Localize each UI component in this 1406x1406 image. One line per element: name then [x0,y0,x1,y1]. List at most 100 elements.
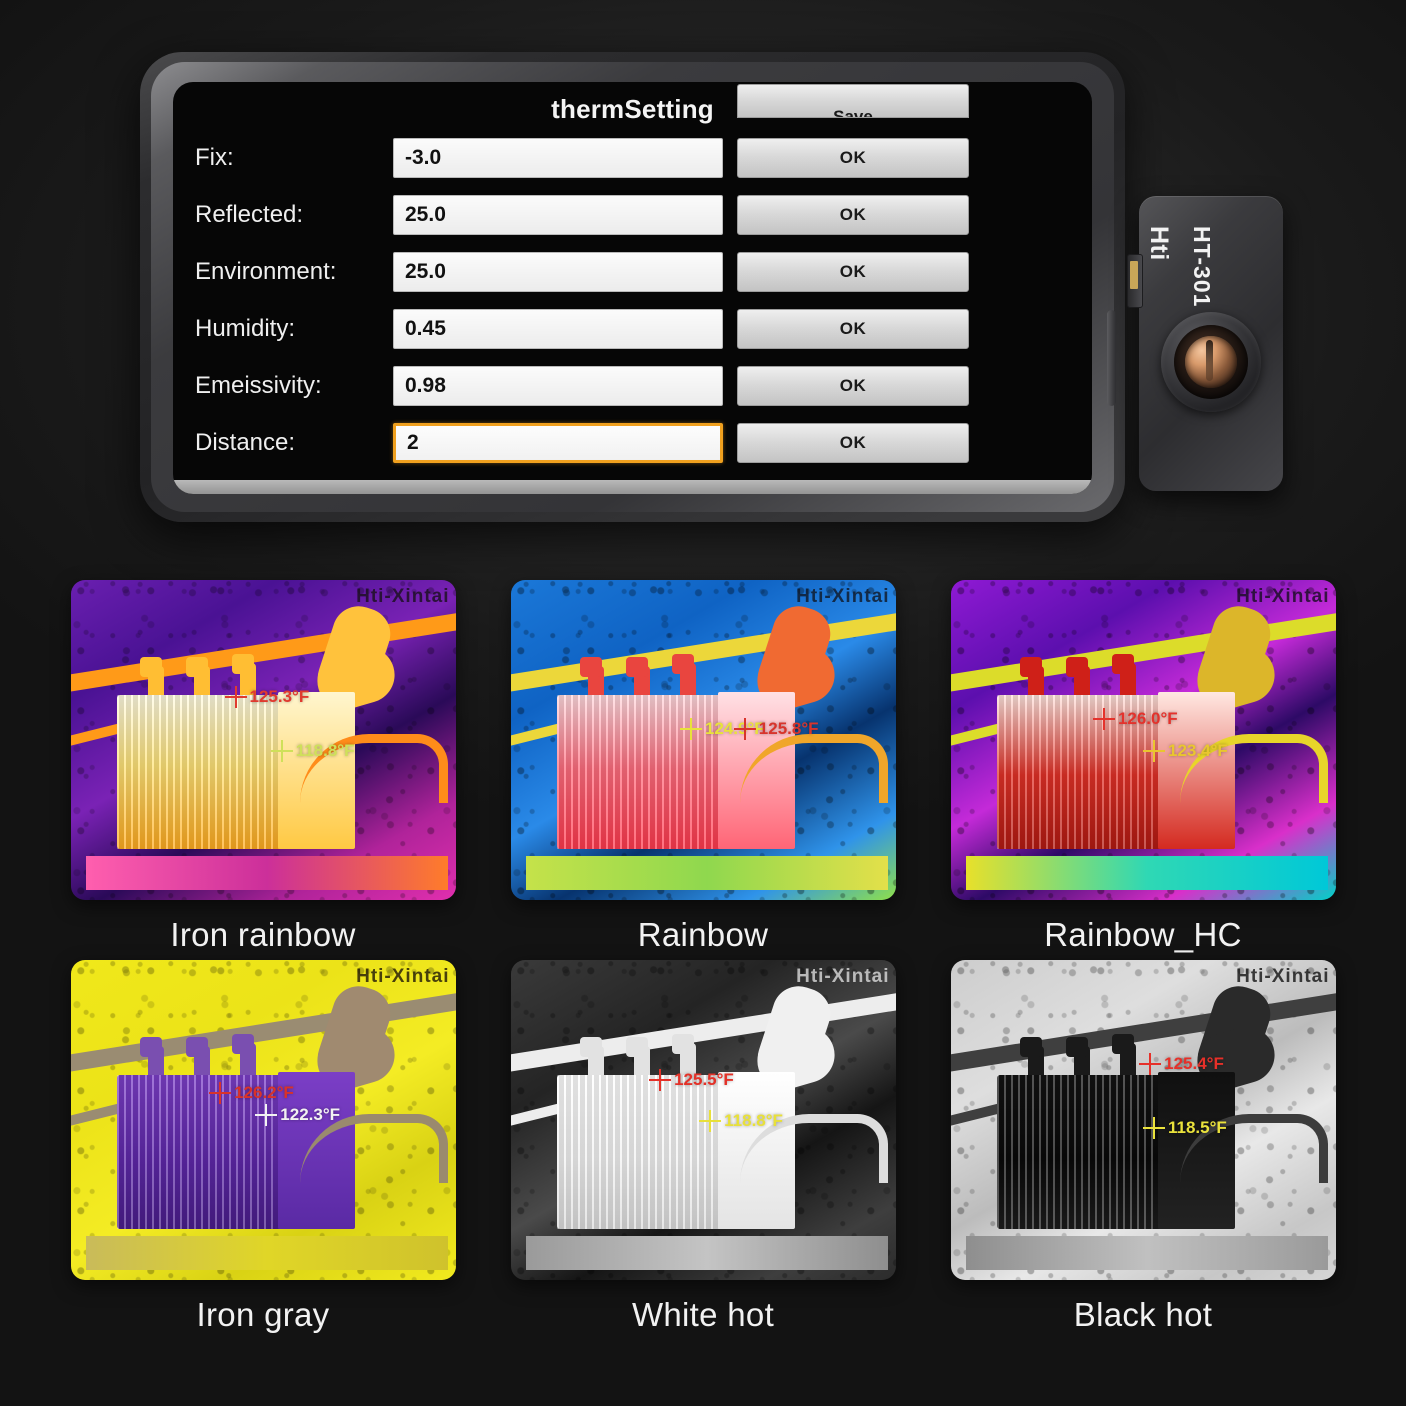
palette-cell: Hti-Xintai 125.4°F 118.5°F Black hot [950,960,1336,1334]
ok-button[interactable]: OK [737,251,969,292]
temperature-value: 122.3°F [280,1105,341,1124]
insulator [626,656,648,677]
lens-barrel [1174,325,1248,399]
temperature-marker: 118.8°F [270,740,355,762]
ok-button[interactable]: OK [737,308,969,349]
insulator [1019,1036,1042,1057]
setting-row: Humidity: 0.45 OK [173,305,1092,352]
temperature-value: 126.0°F [1117,709,1178,728]
setting-input[interactable]: 2 [393,422,723,463]
setting-input[interactable]: 0.98 [393,365,723,406]
temperature-marker: 125.8°F [733,717,819,740]
ok-button[interactable]: OK [737,137,969,178]
temperature-value: 118.5°F [1168,1117,1227,1137]
system-navbar [173,480,1092,494]
setting-label: Emeissivity: [195,371,322,399]
crosshair-icon [255,1104,278,1126]
ground-base [965,1236,1328,1271]
temperature-value: 126.2°F [234,1082,294,1102]
brand-watermark: Hti-Xintai [796,966,890,987]
thermal-image[interactable]: Hti-Xintai 125.3°F 118.8°F [70,580,456,900]
setting-input[interactable]: -3.0 [393,137,723,178]
setting-row: Distance: 2 OK [173,419,1092,466]
palette-caption: Iron gray [196,1296,330,1333]
crosshair-icon [1139,1052,1162,1075]
brand-watermark: Hti-Xintai [1236,586,1330,607]
setting-input[interactable]: 25.0 [393,194,723,235]
brand-watermark: Hti-Xintai [1236,966,1330,987]
therm-settings-form: Fix: -3.0 OK Reflected: 25.0 OK Environment: 25… [173,134,1092,476]
crosshair-icon [679,717,702,740]
cooling-fins [556,1075,719,1229]
ground-base [965,856,1328,891]
cooling-fins [116,695,279,849]
lens-glass [1185,336,1237,388]
palette-row-bottom: Hti-Xintai 126.2°F 122.3°F Iron gray Hti-Xin… [0,960,1406,1334]
ok-button[interactable]: OK [737,422,969,463]
crosshair-icon [733,717,756,740]
crosshair-icon [1092,708,1115,730]
palette-cell: Hti-Xintai 125.5°F 118.8°F White hot [510,960,896,1334]
brand-watermark: Hti-Xintai [796,586,890,607]
temperature-value: 125.4°F [1164,1053,1224,1073]
setting-input[interactable]: 25.0 [393,251,723,292]
hero-device-stage: thermSetting Fix: -3.0 OK Reflected: 25.0 OK E… [0,0,1406,560]
setting-label: Distance: [195,428,296,456]
palette-cell: Hti-Xintai 125.3°F 118.8°F Iron rainbow [70,580,456,954]
ok-button[interactable]: OK [737,365,969,406]
phone-side-button[interactable] [1107,310,1116,406]
setting-label: Environment: [195,257,337,285]
temperature-marker: 118.8°F [699,1110,783,1133]
ok-button[interactable]: OK [737,194,969,235]
temperature-marker: 126.2°F [209,1081,294,1104]
phone-bezel: thermSetting Fix: -3.0 OK Reflected: 25.0 OK E… [151,62,1116,512]
insulator [232,653,255,674]
palette-caption: Rainbow [637,916,769,953]
crosshair-icon [699,1110,722,1133]
setting-input[interactable]: 0.45 [393,308,723,349]
temperature-value: 123.4°F [1168,741,1228,760]
palette-caption: Rainbow_HC [1044,916,1242,953]
setting-label: Reflected: [195,200,304,228]
insulator [139,656,162,677]
device-brand-label: Hti [1145,226,1173,261]
crosshair-icon [649,1068,672,1091]
palette-caption: Black hot [1073,1296,1213,1333]
temperature-marker: 126.0°F [1092,708,1178,730]
insulator [579,656,602,677]
temperature-value: 125.8°F [758,718,819,738]
insulator [672,653,695,674]
ht301-thermal-camera-module: Hti HT-301 [1127,196,1283,491]
palette-cell: Hti-Xintai 124.9°F 125.8°F Rainbow [510,580,896,954]
temperature-value: 125.5°F [674,1069,734,1089]
thermal-image[interactable]: Hti-Xintai 125.5°F 118.8°F [510,960,896,1280]
palette-row-top: Hti-Xintai 125.3°F 118.8°F Iron rainbow Hti-… [0,580,1406,954]
insulator [1066,1036,1088,1057]
crosshair-icon [209,1081,232,1104]
insulator [186,1036,208,1057]
camera-lens [1161,312,1261,412]
brand-watermark: Hti-Xintai [356,586,450,607]
ground-base [525,1236,888,1271]
ground-base [85,856,448,891]
setting-row: Environment: 25.0 OK [173,248,1092,295]
thermal-image[interactable]: Hti-Xintai 126.2°F 122.3°F [70,960,456,1280]
temperature-value: 125.3°F [249,686,310,706]
insulator [1112,653,1135,674]
temperature-marker: 118.5°F [1143,1116,1227,1139]
device-model-label: HT-301 [1189,226,1215,308]
thermal-scene: Hti-Xintai 125.4°F 118.5°F [950,960,1336,1280]
thermal-image[interactable]: Hti-Xintai 124.9°F 125.8°F [510,580,896,900]
setting-label: Humidity: [195,314,296,342]
thermal-image[interactable]: Hti-Xintai 125.4°F 118.5°F [950,960,1336,1280]
insulator [1019,656,1042,677]
crosshair-icon [270,740,293,762]
ground-base [85,1236,448,1271]
ground-base [525,856,888,891]
palette-gallery: Hti-Xintai 125.3°F 118.8°F Iron rainbow Hti-… [0,580,1406,1340]
thermal-image[interactable]: Hti-Xintai 126.0°F 123.4°F [950,580,1336,900]
thermal-scene: Hti-Xintai 124.9°F 125.8°F [510,580,896,900]
insulator [579,1036,602,1057]
thermal-scene: Hti-Xintai 125.5°F 118.8°F [510,960,896,1280]
temperature-value: 118.8°F [295,741,355,760]
